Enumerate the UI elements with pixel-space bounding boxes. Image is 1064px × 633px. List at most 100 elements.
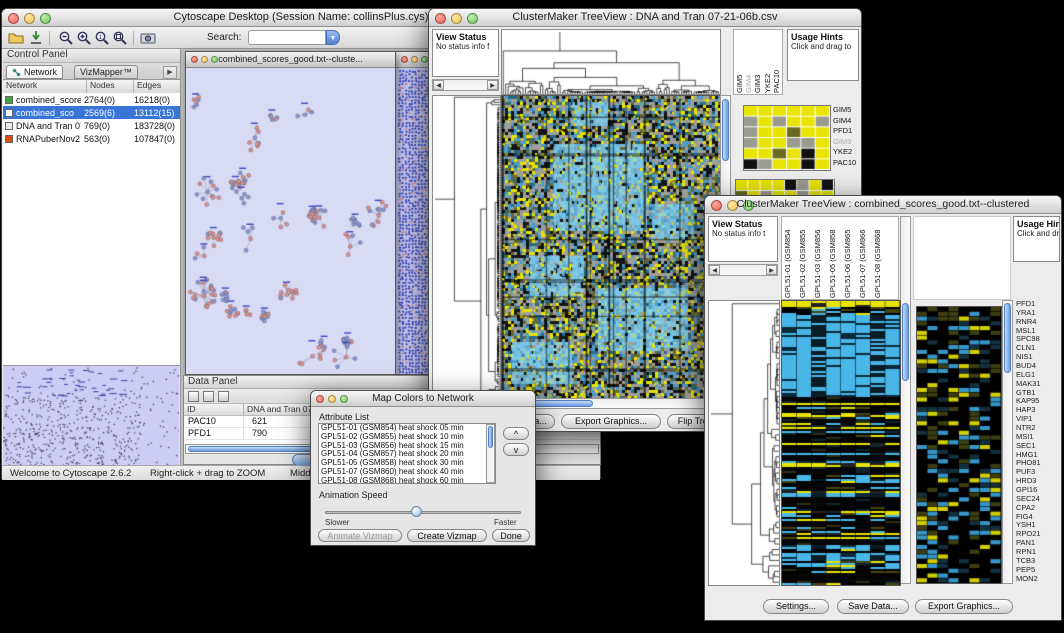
delete-attribute-icon[interactable] bbox=[218, 391, 229, 402]
gene-label[interactable]: PEP5 bbox=[1016, 566, 1060, 575]
gene-label[interactable]: HRD3 bbox=[1016, 477, 1060, 486]
treeview2-titlebar[interactable]: ClusterMaker TreeView : combined_scores_… bbox=[705, 196, 1061, 214]
gene-label[interactable]: NTR2 bbox=[1016, 424, 1060, 433]
col-network[interactable]: Network bbox=[3, 80, 87, 93]
scroll-left-icon[interactable]: ◀ bbox=[709, 265, 720, 275]
heatmap-canvas[interactable] bbox=[781, 300, 901, 586]
zoom-out-icon[interactable] bbox=[58, 30, 74, 46]
done-button[interactable]: Done bbox=[492, 529, 530, 542]
row-dendrogram-canvas[interactable] bbox=[432, 95, 501, 399]
vscroll-thumb[interactable] bbox=[722, 99, 729, 161]
gene-label[interactable]: YRA1 bbox=[1016, 309, 1060, 318]
import-network-icon[interactable] bbox=[28, 30, 44, 46]
gene-label[interactable]: PFD1 bbox=[1016, 300, 1060, 309]
main-vscrollbar[interactable] bbox=[900, 216, 911, 584]
gene-label[interactable]: YSH1 bbox=[1016, 521, 1060, 530]
network-canvas[interactable] bbox=[186, 68, 395, 374]
gene-label[interactable]: FIG4 bbox=[1016, 513, 1060, 522]
gene-label[interactable]: MAK31 bbox=[1016, 380, 1060, 389]
zoom-vscrollbar[interactable] bbox=[1002, 300, 1013, 584]
gene-label[interactable]: PHO81 bbox=[1016, 459, 1060, 468]
gene-label[interactable]: CLN1 bbox=[1016, 344, 1060, 353]
minimize-button[interactable] bbox=[411, 56, 418, 63]
gene-label[interactable]: MSI1 bbox=[1016, 433, 1060, 442]
network-list-row[interactable]: DNA and Tran 07 769(0) 183728(0) bbox=[3, 119, 180, 132]
gene-label[interactable]: SEC24 bbox=[1016, 495, 1060, 504]
tree-mini-hscrollbar[interactable]: ◀ ▶ bbox=[432, 79, 499, 91]
network-list-row[interactable]: combined_scores 2764(0) 16218(0) bbox=[3, 93, 180, 106]
export-graphics-button[interactable]: Export Graphics... bbox=[915, 599, 1013, 614]
gene-label[interactable]: KAP95 bbox=[1016, 397, 1060, 406]
gene-label[interactable]: VIP1 bbox=[1016, 415, 1060, 424]
move-up-button[interactable]: ^ bbox=[503, 427, 529, 440]
gene-label[interactable]: MSL1 bbox=[1016, 327, 1060, 336]
network-frame-titlebar[interactable]: combined_scores_good.txt--cluste... bbox=[186, 52, 395, 68]
attribute-list-item[interactable]: GPL51-04 (GSM857) heat shock 20 min bbox=[319, 450, 495, 459]
gene-label[interactable]: BUD4 bbox=[1016, 362, 1060, 371]
column-dendrogram-canvas[interactable] bbox=[501, 29, 721, 95]
move-down-button[interactable]: v bbox=[503, 443, 529, 456]
gene-label[interactable]: PAN1 bbox=[1016, 539, 1060, 548]
scroll-left-icon[interactable]: ◀ bbox=[433, 80, 444, 90]
zoom-heatmap-canvas[interactable] bbox=[916, 306, 1002, 584]
network-list-row[interactable]: combined_sco 2569(6) 13112(15) bbox=[3, 106, 180, 119]
select-attributes-icon[interactable] bbox=[188, 391, 199, 402]
data-col-id[interactable]: ID bbox=[184, 404, 244, 415]
attribute-list-item[interactable]: GPL51-03 (GSM856) heat shock 15 min bbox=[319, 442, 495, 451]
vscroll-thumb[interactable] bbox=[902, 303, 909, 381]
tree-mini-hscrollbar[interactable]: ◀ ▶ bbox=[708, 264, 778, 276]
birdseye-canvas[interactable] bbox=[3, 366, 179, 465]
snapshot-icon[interactable] bbox=[140, 30, 156, 46]
network-list-row[interactable]: RNAPuberNov2 563(0) 107847(0) bbox=[3, 132, 180, 145]
gene-label[interactable]: HAP3 bbox=[1016, 406, 1060, 415]
gene-label[interactable]: TCB3 bbox=[1016, 557, 1060, 566]
gene-label[interactable]: NIS1 bbox=[1016, 353, 1060, 362]
save-data-button[interactable]: Save Data... bbox=[837, 599, 909, 614]
attribute-list-item[interactable]: GPL51-02 (GSM855) heat shock 10 min bbox=[319, 433, 495, 442]
attribute-list-item[interactable]: GPL51-08 (GSM868) heat shock 60 min bbox=[319, 477, 495, 484]
gene-label[interactable]: RPN1 bbox=[1016, 548, 1060, 557]
tab-vizmapper[interactable]: VizMapper™ bbox=[74, 65, 138, 79]
birdseye-view[interactable] bbox=[3, 365, 180, 465]
correlation-matrix-canvas[interactable] bbox=[743, 105, 831, 171]
create-vizmap-button[interactable]: Create Vizmap bbox=[407, 529, 487, 542]
heatmap-canvas[interactable] bbox=[501, 95, 721, 399]
open-session-icon[interactable] bbox=[8, 30, 24, 46]
gene-label[interactable]: RPO21 bbox=[1016, 530, 1060, 539]
zoom-in-icon[interactable] bbox=[76, 30, 92, 46]
gene-label[interactable]: SEC1 bbox=[1016, 442, 1060, 451]
tab-overflow-button[interactable]: ▶ bbox=[163, 66, 177, 79]
gene-label[interactable]: HMG1 bbox=[1016, 451, 1060, 460]
col-nodes[interactable]: Nodes bbox=[87, 80, 134, 93]
zoom-window-button[interactable] bbox=[421, 56, 428, 63]
speed-slider-thumb[interactable] bbox=[411, 506, 422, 517]
treeview1-titlebar[interactable]: ClusterMaker TreeView : DNA and Tran 07-… bbox=[429, 9, 861, 27]
gene-label[interactable]: SPC98 bbox=[1016, 335, 1060, 344]
animate-vizmap-button[interactable]: Animate Vizmap bbox=[318, 529, 402, 542]
scroll-right-icon[interactable]: ▶ bbox=[766, 265, 777, 275]
vscroll-thumb[interactable] bbox=[488, 426, 493, 448]
scroll-right-icon[interactable]: ▶ bbox=[487, 80, 498, 90]
settings-button[interactable]: Settings... bbox=[763, 599, 829, 614]
attribute-list-item[interactable]: GPL51-05 (GSM858) heat shock 30 min bbox=[319, 459, 495, 468]
gene-label[interactable]: PUF3 bbox=[1016, 468, 1060, 477]
col-edges[interactable]: Edges bbox=[134, 80, 180, 93]
search-input[interactable] bbox=[248, 30, 326, 45]
dialog-titlebar[interactable]: Map Colors to Network bbox=[311, 391, 535, 407]
close-button[interactable] bbox=[401, 56, 408, 63]
gene-label[interactable]: GTB1 bbox=[1016, 389, 1060, 398]
tab-network[interactable]: Network bbox=[6, 65, 63, 79]
attribute-list-item[interactable]: GPL51-01 (GSM854) heat shock 05 min bbox=[319, 424, 495, 433]
gene-label[interactable]: RNR4 bbox=[1016, 318, 1060, 327]
gene-label[interactable]: GPI16 bbox=[1016, 486, 1060, 495]
network-tree-area[interactable] bbox=[3, 145, 180, 365]
zoom-fit-icon[interactable] bbox=[112, 30, 128, 46]
speed-slider-track[interactable] bbox=[325, 511, 521, 514]
zoom-actual-size-icon[interactable]: 1 bbox=[94, 30, 110, 46]
row-dendrogram-canvas[interactable] bbox=[708, 300, 780, 586]
search-dropdown-icon[interactable]: ▼ bbox=[326, 30, 340, 45]
gene-label[interactable]: CPA2 bbox=[1016, 504, 1060, 513]
export-graphics-button[interactable]: Export Graphics... bbox=[561, 414, 661, 429]
create-attribute-icon[interactable] bbox=[203, 391, 214, 402]
gene-label[interactable]: ELG1 bbox=[1016, 371, 1060, 380]
